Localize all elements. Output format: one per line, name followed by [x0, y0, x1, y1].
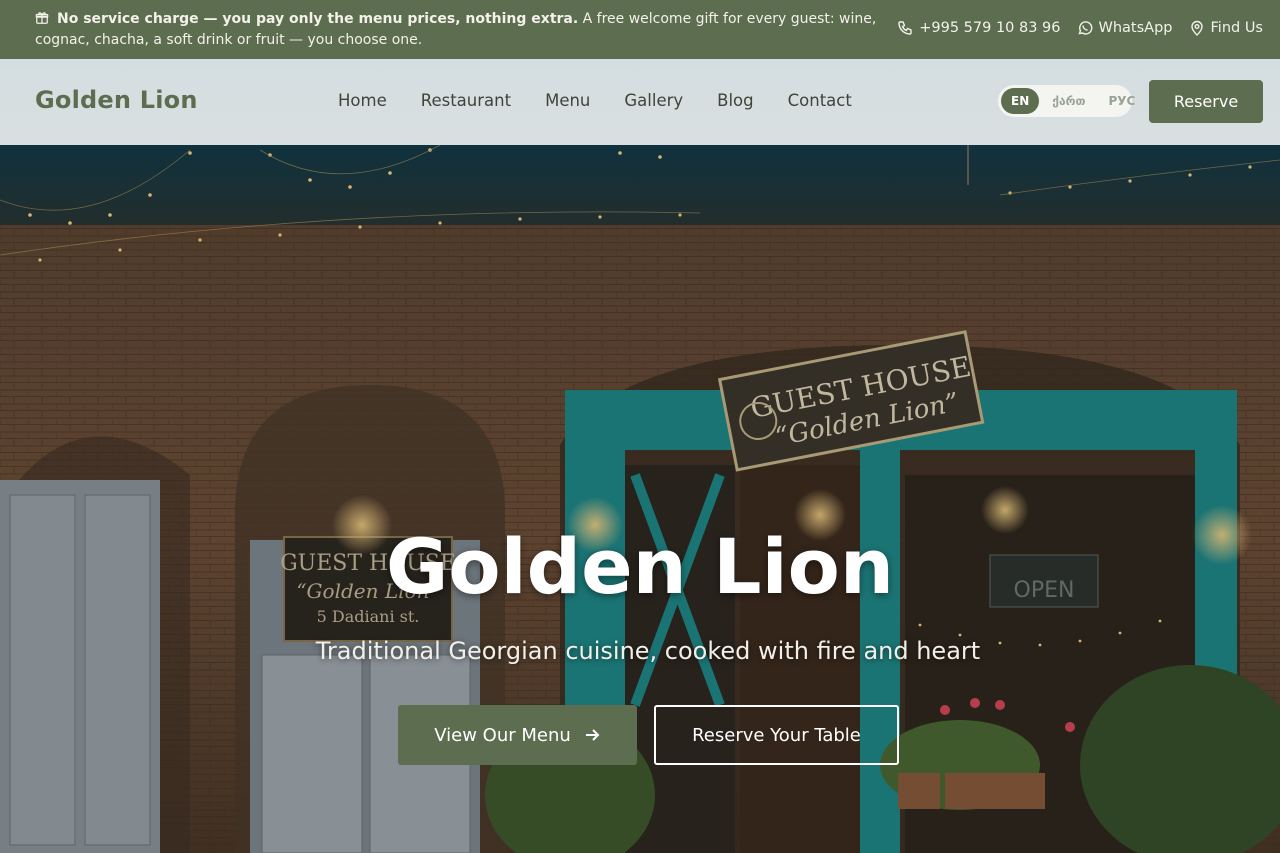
phone-link[interactable]: +995 579 10 83 96 [897, 18, 1061, 38]
reserve-button[interactable]: Reserve [1149, 80, 1263, 123]
announcement-bar: No service charge — you pay only the men… [0, 0, 1280, 59]
nav-restaurant[interactable]: Restaurant [421, 91, 511, 110]
nav-contact[interactable]: Contact [788, 91, 852, 110]
view-menu-button[interactable]: View Our Menu [398, 705, 637, 765]
view-menu-label: View Our Menu [434, 724, 571, 746]
find-us-link[interactable]: Find Us [1189, 18, 1264, 38]
nav-gallery[interactable]: Gallery [624, 91, 683, 110]
hero-section: GUEST HOUSE “Golden Lion” 5 Dadiani st. … [0, 145, 1280, 853]
service-notice: No service charge — you pay only the men… [35, 9, 905, 51]
lang-ru[interactable]: РУС [1098, 88, 1145, 114]
nav-home[interactable]: Home [338, 91, 387, 110]
whatsapp-link[interactable]: WhatsApp [1077, 18, 1173, 38]
reserve-table-button[interactable]: Reserve Your Table [654, 705, 899, 765]
site-header: Golden Lion Home Restaurant Menu Gallery… [0, 59, 1280, 145]
hero-subtitle: Traditional Georgian cuisine, cooked wit… [315, 637, 981, 665]
lang-en[interactable]: EN [1001, 88, 1040, 114]
notice-bold: No service charge — you pay only the men… [57, 11, 579, 27]
hero-actions: View Our Menu Reserve Your Table [398, 705, 899, 765]
map-pin-icon [1190, 20, 1203, 36]
contact-links: +995 579 10 83 96 WhatsApp Find Us [897, 18, 1263, 38]
nav-menu[interactable]: Menu [545, 91, 590, 110]
nav-blog[interactable]: Blog [717, 91, 753, 110]
find-us-label: Find Us [1210, 20, 1264, 36]
gift-icon [35, 12, 49, 24]
whatsapp-label: WhatsApp [1098, 20, 1173, 36]
arrow-right-icon [585, 729, 600, 741]
phone-icon [898, 21, 912, 35]
language-switcher: EN ქართ РУС [998, 85, 1135, 117]
site-logo[interactable]: Golden Lion [35, 86, 198, 114]
lang-ka[interactable]: ქართ [1042, 88, 1095, 114]
main-nav: Home Restaurant Menu Gallery Blog Contac… [338, 91, 852, 110]
hero-title: Golden Lion [386, 522, 894, 611]
phone-number: +995 579 10 83 96 [919, 20, 1061, 36]
whatsapp-icon [1077, 21, 1092, 35]
